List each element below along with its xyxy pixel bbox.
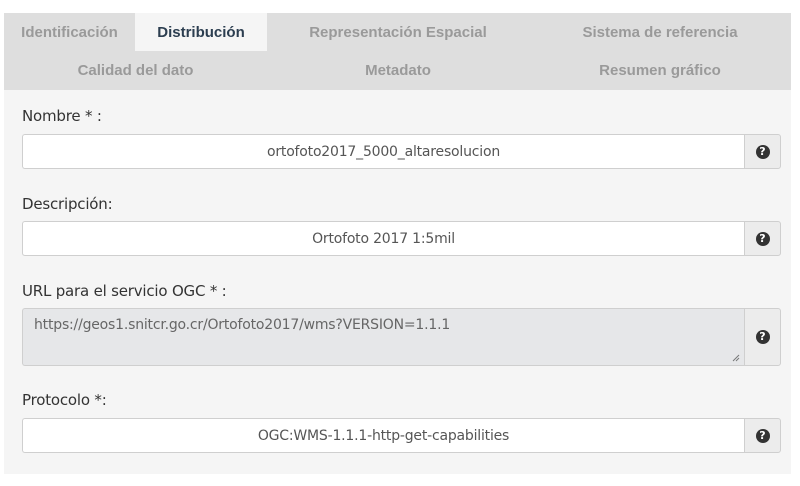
protocolo-label: Protocolo *: [22,391,107,409]
url-ogc-textarea[interactable]: https://geos1.snitcr.go.cr/Ortofoto2017/… [22,308,744,366]
tab-resumen-grafico[interactable]: Resumen gráfico [529,51,791,90]
url-ogc-help-button[interactable]: ? [744,308,781,366]
descripcion-row: Ortofoto 2017 1:5mil ? [22,221,781,256]
form-panel: Identificación Distribución Representaci… [4,13,791,474]
tab-label: Calidad del dato [77,62,194,79]
tab-label: Distribución [157,23,245,41]
descripcion-input[interactable]: Ortofoto 2017 1:5mil [22,221,744,256]
tab-calidad-del-dato[interactable]: Calidad del dato [4,51,267,90]
tab-bar-row-1: Identificación Distribución Representaci… [4,13,791,51]
protocolo-help-button[interactable]: ? [744,418,781,453]
question-circle-icon: ? [755,428,770,443]
question-circle-icon: ? [755,330,770,344]
resize-grip-icon[interactable] [732,354,740,362]
url-ogc-value: https://geos1.snitcr.go.cr/Ortofoto2017/… [34,317,451,333]
nombre-input[interactable]: ortofoto2017_5000_altaresolucion [22,134,744,169]
tab-metadato[interactable]: Metadato [267,51,529,90]
question-circle-icon: ? [755,144,770,159]
descripcion-help-button[interactable]: ? [744,221,781,256]
url-ogc-label: URL para el servicio OGC * : [22,282,227,300]
protocolo-input[interactable]: OGC:WMS-1.1.1-http-get-capabilities [22,418,744,453]
tab-label: Metadato [365,62,431,79]
tab-representacion-espacial[interactable]: Representación Espacial [267,13,529,51]
tab-bar-row-2: Calidad del dato Metadato Resumen gráfic… [4,51,791,90]
tab-label: Resumen gráfico [599,62,721,79]
tab-sistema-de-referencia[interactable]: Sistema de referencia [529,13,791,51]
descripcion-label: Descripción: [22,195,113,213]
tab-label: Representación Espacial [309,23,487,41]
tab-label: Identificación [21,23,118,41]
url-ogc-row: https://geos1.snitcr.go.cr/Ortofoto2017/… [22,308,781,366]
nombre-label: Nombre * : [22,107,102,125]
nombre-help-button[interactable]: ? [744,134,781,169]
tab-label: Sistema de referencia [582,23,738,41]
tab-distribucion[interactable]: Distribución [135,13,267,51]
protocolo-row: OGC:WMS-1.1.1-http-get-capabilities ? [22,418,781,453]
tab-identificacion[interactable]: Identificación [4,13,135,51]
question-circle-icon: ? [755,231,770,246]
nombre-row: ortofoto2017_5000_altaresolucion ? [22,134,781,169]
